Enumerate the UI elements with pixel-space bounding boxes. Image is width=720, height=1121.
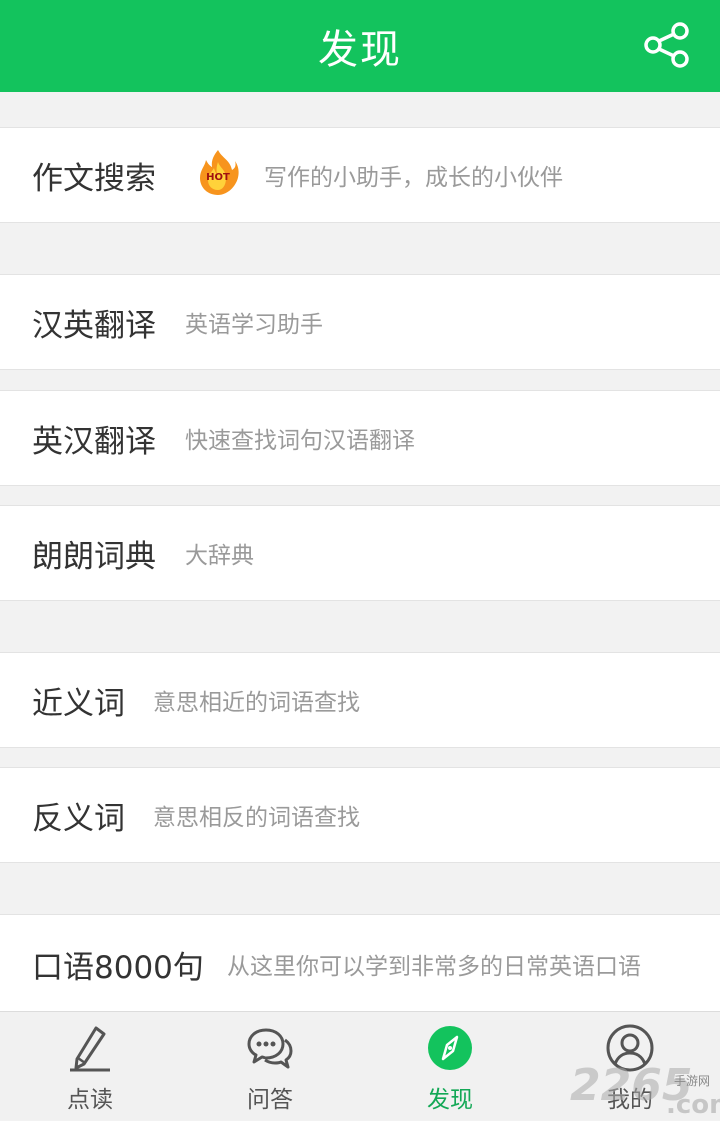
item-title: 口语8000句 bbox=[32, 949, 204, 986]
item-description: 写作的小助手，成长的小伙伴 bbox=[264, 165, 563, 191]
watermark-logo: 2265 手游网 .com bbox=[570, 1060, 720, 1120]
list-item-essay-search[interactable]: 作文搜索 HOT 写作的小助手，成长的小伙伴 bbox=[0, 127, 720, 223]
item-title: 朗朗词典 bbox=[32, 538, 156, 575]
item-title: 英汉翻译 bbox=[32, 423, 156, 460]
tab-read[interactable]: 点读 bbox=[0, 1012, 180, 1121]
chat-bubble-icon bbox=[247, 1028, 293, 1069]
item-title: 近义词 bbox=[32, 685, 125, 722]
list-item-synonyms[interactable]: 近义词 意思相近的词语查找 bbox=[0, 652, 720, 748]
item-description: 英语学习助手 bbox=[185, 312, 323, 338]
svg-text:HOT: HOT bbox=[206, 172, 230, 183]
tab-label: 点读 bbox=[67, 1087, 113, 1113]
page-title: 发现 bbox=[318, 27, 402, 73]
tab-discover[interactable]: 发现 bbox=[360, 1012, 540, 1121]
watermark-site: 手游网 bbox=[674, 1074, 711, 1088]
item-title: 作文搜索 bbox=[32, 160, 156, 197]
item-description: 从这里你可以学到非常多的日常英语口语 bbox=[227, 954, 641, 980]
item-description: 意思相近的词语查找 bbox=[153, 690, 360, 716]
item-description: 大辞典 bbox=[185, 543, 254, 569]
compass-icon bbox=[428, 1026, 472, 1070]
list-item-dictionary[interactable]: 朗朗词典 大辞典 bbox=[0, 505, 720, 601]
item-description: 快速查找词句汉语翻译 bbox=[185, 428, 415, 454]
item-title: 汉英翻译 bbox=[32, 307, 156, 344]
item-description: 意思相反的词语查找 bbox=[153, 805, 360, 831]
item-title: 反义词 bbox=[32, 800, 125, 837]
tab-qa[interactable]: 问答 bbox=[180, 1012, 360, 1121]
list-item-spoken-english[interactable]: 口语8000句 从这里你可以学到非常多的日常英语口语 bbox=[0, 914, 720, 1014]
hot-fire-icon: HOT bbox=[200, 150, 239, 195]
list-item-english-chinese[interactable]: 英汉翻译 快速查找词句汉语翻译 bbox=[0, 390, 720, 486]
watermark-domain: .com bbox=[666, 1090, 720, 1120]
list-item-chinese-english[interactable]: 汉英翻译 英语学习助手 bbox=[0, 274, 720, 370]
share-icon[interactable] bbox=[642, 20, 692, 70]
pen-icon bbox=[70, 1026, 110, 1072]
list-item-antonyms[interactable]: 反义词 意思相反的词语查找 bbox=[0, 767, 720, 863]
top-bar: 发现 bbox=[0, 0, 720, 92]
tab-label: 发现 bbox=[427, 1087, 473, 1113]
tab-label: 问答 bbox=[247, 1087, 293, 1113]
